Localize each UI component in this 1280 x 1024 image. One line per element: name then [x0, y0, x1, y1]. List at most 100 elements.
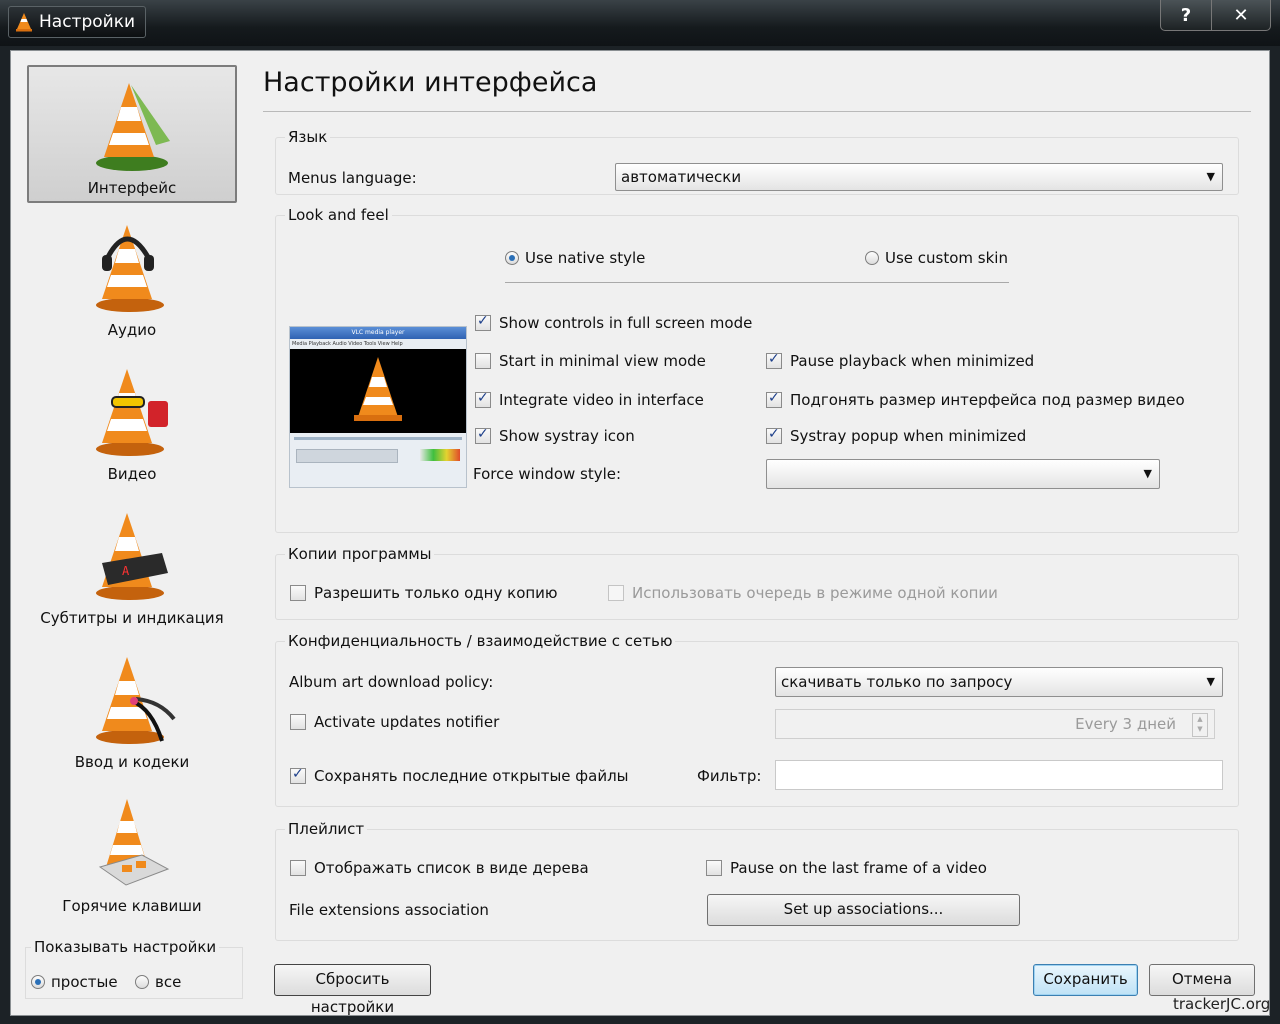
systray-popup-label: Systray popup when minimized	[790, 427, 1027, 445]
show-controls-checkbox[interactable]	[475, 313, 491, 331]
menus-language-select[interactable]: автоматически ▼	[615, 163, 1223, 191]
preview-seekbar	[294, 437, 462, 440]
show-systray-checkbox[interactable]	[475, 426, 491, 444]
sidebar-item-label: Видео	[107, 465, 157, 483]
file-ext-label: File extensions association	[289, 901, 489, 919]
filter-input[interactable]	[775, 760, 1223, 790]
category-sidebar: Интерфейс Аудио Видео A Субтитры и индик…	[11, 51, 251, 1015]
sidebar-item-video[interactable]: Видео	[27, 353, 237, 491]
vlc-cone-audio-icon	[96, 225, 164, 312]
menus-language-value: автоматически	[621, 168, 742, 186]
show-settings-title: Показывать настройки	[31, 938, 220, 956]
resize-interface-checkbox[interactable]	[766, 390, 782, 408]
language-group-title: Язык	[285, 128, 331, 146]
preview-cone-icon	[354, 357, 402, 421]
single-instance-checkbox[interactable]	[290, 585, 306, 601]
chevron-down-icon: ▼	[1206, 170, 1215, 183]
integrate-video-checkbox[interactable]	[475, 390, 491, 408]
look-and-feel-title: Look and feel	[285, 206, 392, 224]
show-simple-option[interactable]: простые	[31, 971, 118, 991]
save-button[interactable]: Сохранить	[1033, 964, 1138, 996]
title-bar[interactable]: Настройки ? ✕	[0, 0, 1280, 46]
sidebar-item-label: Интерфейс	[87, 179, 177, 197]
preview-volume	[420, 449, 460, 461]
window-title-box: Настройки	[8, 6, 147, 38]
simple-label: простые	[51, 972, 118, 991]
enqueue-single-label: Использовать очередь в режиме одной копи…	[632, 584, 998, 602]
resize-interface-label: Подгонять размер интерфейса под размер в…	[790, 391, 1185, 409]
updates-interval-value: Every 3 дней	[1075, 715, 1176, 733]
preferences-window: Настройки ? ✕ Интерфейс Аудио Видео A Су…	[0, 0, 1280, 1024]
custom-skin-label: Use custom skin	[885, 248, 1008, 267]
tree-view-label: Отображать список в виде дерева	[314, 859, 589, 877]
native-style-option[interactable]: Use native style	[505, 247, 645, 267]
sidebar-item-label: Ввод и кодеки	[74, 753, 190, 771]
native-style-preview: VLC media player Media Playback Audio Vi…	[289, 326, 467, 488]
pause-minimized-label: Pause playback when minimized	[790, 352, 1035, 370]
vlc-cone-icon	[16, 13, 32, 32]
playlist-group-title: Плейлист	[285, 820, 368, 838]
pause-last-frame-checkbox[interactable]	[706, 860, 722, 876]
start-minimal-checkbox[interactable]	[475, 353, 491, 369]
show-controls-label: Show controls in full screen mode	[499, 314, 753, 332]
setup-associations-button[interactable]: Set up associations...	[707, 894, 1020, 926]
sidebar-item-subtitles[interactable]: A Субтитры и индикация	[27, 497, 237, 635]
vlc-cone-subtitles-icon: A	[96, 513, 168, 600]
album-art-label: Album art download policy:	[289, 673, 494, 691]
help-button[interactable]: ?	[1160, 0, 1212, 31]
sidebar-item-label: Горячие клавиши	[62, 897, 202, 915]
systray-popup-checkbox[interactable]	[766, 426, 782, 444]
all-label: все	[155, 972, 182, 991]
show-all-option[interactable]: все	[135, 971, 181, 991]
window-title: Настройки	[39, 12, 136, 32]
native-style-radio[interactable]	[505, 250, 519, 265]
enqueue-single-checkbox[interactable]	[608, 585, 624, 601]
close-button[interactable]: ✕	[1211, 0, 1271, 31]
pause-last-frame-label: Pause on the last frame of a video	[730, 859, 987, 877]
sidebar-item-interface[interactable]: Интерфейс	[27, 65, 237, 203]
sidebar-item-input-codecs[interactable]: Ввод и кодеки	[27, 641, 237, 779]
cancel-button[interactable]: Отмена	[1149, 964, 1255, 996]
album-art-value: скачивать только по запросу	[781, 673, 1013, 691]
save-recent-label: Сохранять последние открытые файлы	[314, 767, 629, 785]
instances-group-title: Копии программы	[285, 545, 435, 563]
spin-arrows-icon[interactable]: ▲ ▼	[1192, 713, 1208, 737]
native-style-label: Use native style	[525, 248, 646, 267]
watermark-text: trackerJC.org	[1173, 995, 1271, 1013]
album-art-select[interactable]: скачивать только по запросу ▼	[775, 667, 1223, 697]
updates-notifier-label: Activate updates notifier	[314, 713, 500, 731]
menus-language-label: Menus language:	[288, 169, 417, 187]
vlc-cone-interface-icon	[96, 83, 170, 171]
preview-video-area	[290, 349, 466, 433]
sidebar-item-label: Аудио	[107, 321, 157, 339]
title-divider	[263, 111, 1251, 112]
force-window-style-label: Force window style:	[473, 465, 622, 483]
all-radio[interactable]	[135, 974, 149, 989]
show-systray-label: Show systray icon	[499, 427, 635, 445]
privacy-group-title: Конфиденциальность / взаимодействие с се…	[285, 632, 676, 650]
sidebar-item-hotkeys[interactable]: Горячие клавиши	[27, 785, 237, 923]
reset-preferences-button[interactable]: Сбросить настройки	[274, 964, 431, 1016]
chevron-down-icon: ▼	[1206, 675, 1215, 688]
vlc-cone-codecs-icon	[96, 657, 176, 744]
custom-skin-radio[interactable]	[865, 250, 879, 265]
updates-interval-spinbox[interactable]: Every 3 дней ▲ ▼	[775, 709, 1215, 739]
client-area: Интерфейс Аудио Видео A Субтитры и индик…	[10, 50, 1270, 1016]
preview-titlebar: VLC media player	[290, 327, 466, 339]
simple-radio[interactable]	[31, 974, 45, 989]
single-instance-label: Разрешить только одну копию	[314, 584, 558, 602]
updates-notifier-checkbox[interactable]	[290, 714, 306, 730]
tree-view-checkbox[interactable]	[290, 860, 306, 876]
integrate-video-label: Integrate video in interface	[499, 391, 704, 409]
sidebar-item-label: Субтитры и индикация	[40, 609, 224, 627]
custom-skin-option[interactable]: Use custom skin	[865, 247, 1008, 267]
vlc-cone-hotkeys-icon	[98, 799, 170, 886]
save-recent-checkbox[interactable]	[290, 766, 306, 784]
preview-controls	[296, 449, 398, 463]
sidebar-item-audio[interactable]: Аудио	[27, 209, 237, 347]
svg-text:A: A	[122, 564, 130, 578]
preview-menubar: Media Playback Audio Video Tools View He…	[292, 341, 403, 347]
force-window-style-select[interactable]: ▼	[766, 459, 1160, 489]
chevron-down-icon: ▼	[1143, 467, 1152, 480]
pause-minimized-checkbox[interactable]	[766, 351, 782, 369]
